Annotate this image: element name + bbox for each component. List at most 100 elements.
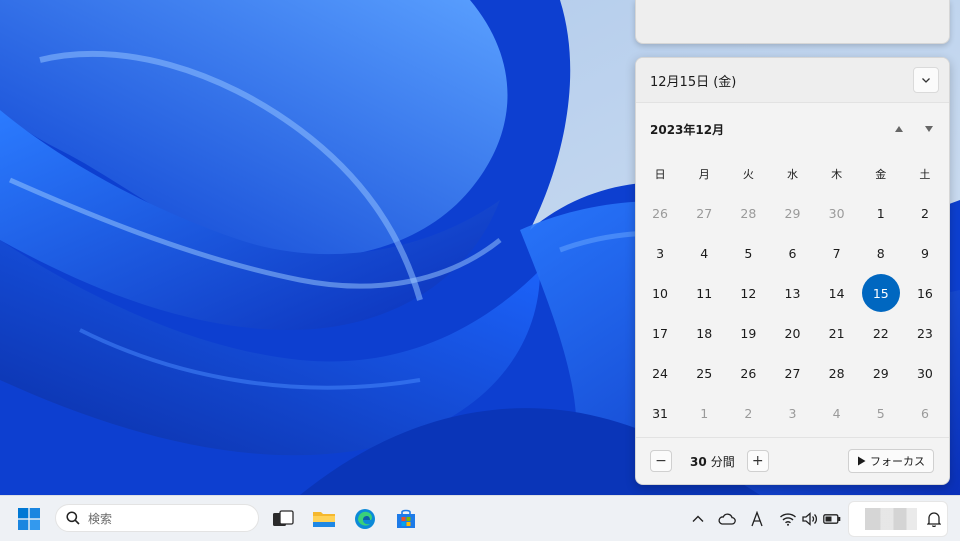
focus-duration: 30 分間 bbox=[690, 453, 735, 470]
increase-focus-time-button[interactable]: + bbox=[746, 450, 769, 472]
chevron-down-icon bbox=[922, 78, 930, 83]
day-cell[interactable]: 20 bbox=[770, 313, 814, 353]
start-button[interactable] bbox=[16, 506, 42, 532]
next-month-button[interactable] bbox=[921, 121, 937, 137]
day-cell[interactable]: 31 bbox=[638, 393, 682, 433]
day-cell[interactable]: 9 bbox=[903, 233, 947, 273]
start-focus-button[interactable]: フォーカス bbox=[848, 449, 934, 473]
today-highlight: 15 bbox=[861, 274, 900, 312]
show-hidden-icons-button[interactable] bbox=[688, 509, 708, 529]
day-cell[interactable]: 6 bbox=[770, 233, 814, 273]
today-day-cell[interactable]: 15 bbox=[859, 273, 903, 313]
day-cell[interactable]: 18 bbox=[682, 313, 726, 353]
day-cell[interactable]: 28 bbox=[815, 353, 859, 393]
windows-logo-icon bbox=[18, 508, 40, 530]
week-row: 24 25 26 27 28 29 30 bbox=[638, 353, 947, 393]
collapse-calendar-button[interactable] bbox=[913, 67, 939, 93]
focus-minutes-unit: 分間 bbox=[710, 454, 735, 469]
weekday-label: 火 bbox=[742, 168, 754, 181]
calendar-grid: 日 月 火 水 木 金 土 26 27 28 29 30 1 2 3 4 5 6… bbox=[636, 155, 949, 433]
notification-center-panel bbox=[635, 0, 950, 44]
day-cell[interactable]: 4 bbox=[682, 233, 726, 273]
day-cell[interactable]: 1 bbox=[859, 193, 903, 233]
cloud-icon bbox=[718, 513, 736, 525]
weekday-label: 土 bbox=[919, 168, 931, 181]
network-button[interactable] bbox=[778, 509, 798, 529]
day-cell[interactable]: 13 bbox=[770, 273, 814, 313]
day-cell[interactable]: 1 bbox=[682, 393, 726, 433]
day-cell[interactable]: 27 bbox=[770, 353, 814, 393]
day-cell[interactable]: 5 bbox=[859, 393, 903, 433]
weekday-label: 日 bbox=[654, 168, 666, 181]
volume-button[interactable] bbox=[800, 509, 820, 529]
day-cell[interactable]: 26 bbox=[726, 353, 770, 393]
day-cell[interactable]: 26 bbox=[638, 193, 682, 233]
month-navigation: 2023年12月 bbox=[636, 103, 949, 155]
day-cell[interactable]: 22 bbox=[859, 313, 903, 353]
day-cell[interactable]: 28 bbox=[726, 193, 770, 233]
week-row: 31 1 2 3 4 5 6 bbox=[638, 393, 947, 433]
day-cell[interactable]: 2 bbox=[903, 193, 947, 233]
day-cell[interactable]: 21 bbox=[815, 313, 859, 353]
battery-icon bbox=[823, 514, 841, 524]
triangle-down-icon bbox=[925, 126, 933, 132]
store-icon bbox=[397, 509, 415, 528]
day-cell[interactable]: 6 bbox=[903, 393, 947, 433]
onedrive-button[interactable] bbox=[717, 509, 737, 529]
focus-session-bar: − 30 分間 + フォーカス bbox=[636, 437, 949, 484]
selected-date-label: 12月15日 (金) bbox=[650, 74, 737, 90]
edge-browser-button[interactable] bbox=[352, 506, 378, 532]
day-cell[interactable]: 3 bbox=[770, 393, 814, 433]
day-cell[interactable]: 10 bbox=[638, 273, 682, 313]
day-cell[interactable]: 3 bbox=[638, 233, 682, 273]
day-cell[interactable]: 2 bbox=[726, 393, 770, 433]
day-cell[interactable]: 30 bbox=[903, 353, 947, 393]
file-explorer-button[interactable] bbox=[311, 506, 337, 532]
notifications-button[interactable] bbox=[924, 509, 944, 529]
ime-mode-button[interactable] bbox=[747, 509, 767, 529]
day-cell[interactable]: 14 bbox=[815, 273, 859, 313]
ime-a-icon bbox=[751, 511, 763, 527]
bell-icon bbox=[927, 512, 941, 527]
taskbar: 検索 bbox=[0, 495, 960, 541]
calendar-flyout: 12月15日 (金) 2023年12月 日 月 火 水 木 金 土 26 27 … bbox=[635, 57, 950, 485]
day-cell[interactable]: 25 bbox=[682, 353, 726, 393]
triangle-up-icon bbox=[895, 126, 903, 132]
taskbar-search-box[interactable]: 検索 bbox=[55, 504, 259, 532]
weekday-label: 金 bbox=[875, 168, 887, 181]
weekday-label: 月 bbox=[698, 168, 710, 181]
week-row: 10 11 12 13 14 15 16 bbox=[638, 273, 947, 313]
day-cell[interactable]: 5 bbox=[726, 233, 770, 273]
day-cell[interactable]: 4 bbox=[815, 393, 859, 433]
day-cell[interactable]: 24 bbox=[638, 353, 682, 393]
microsoft-store-button[interactable] bbox=[393, 506, 419, 532]
task-view-button[interactable] bbox=[270, 506, 296, 532]
day-cell[interactable]: 16 bbox=[903, 273, 947, 313]
day-cell[interactable]: 23 bbox=[903, 313, 947, 353]
wifi-icon bbox=[780, 513, 796, 526]
previous-month-button[interactable] bbox=[891, 121, 907, 137]
search-placeholder: 検索 bbox=[88, 511, 113, 526]
day-cell[interactable]: 29 bbox=[770, 193, 814, 233]
day-cell[interactable]: 17 bbox=[638, 313, 682, 353]
week-row: 17 18 19 20 21 22 23 bbox=[638, 313, 947, 353]
weekday-header-row: 日 月 火 水 木 金 土 bbox=[638, 155, 947, 193]
month-title[interactable]: 2023年12月 bbox=[650, 121, 724, 138]
chevron-up-icon bbox=[692, 515, 704, 522]
decrease-focus-time-button[interactable]: − bbox=[650, 450, 672, 472]
calendar-header: 12月15日 (金) bbox=[636, 58, 949, 103]
task-view-icon bbox=[273, 510, 294, 526]
day-cell[interactable]: 29 bbox=[859, 353, 903, 393]
day-cell[interactable]: 8 bbox=[859, 233, 903, 273]
day-cell[interactable]: 11 bbox=[682, 273, 726, 313]
day-cell[interactable]: 30 bbox=[815, 193, 859, 233]
search-icon bbox=[66, 511, 80, 525]
day-cell[interactable]: 7 bbox=[815, 233, 859, 273]
battery-button[interactable] bbox=[822, 509, 842, 529]
day-cell[interactable]: 19 bbox=[726, 313, 770, 353]
day-cell[interactable]: 12 bbox=[726, 273, 770, 313]
play-icon bbox=[858, 456, 866, 466]
day-cell[interactable]: 27 bbox=[682, 193, 726, 233]
edge-icon bbox=[355, 509, 375, 529]
weekday-label: 水 bbox=[786, 168, 798, 181]
